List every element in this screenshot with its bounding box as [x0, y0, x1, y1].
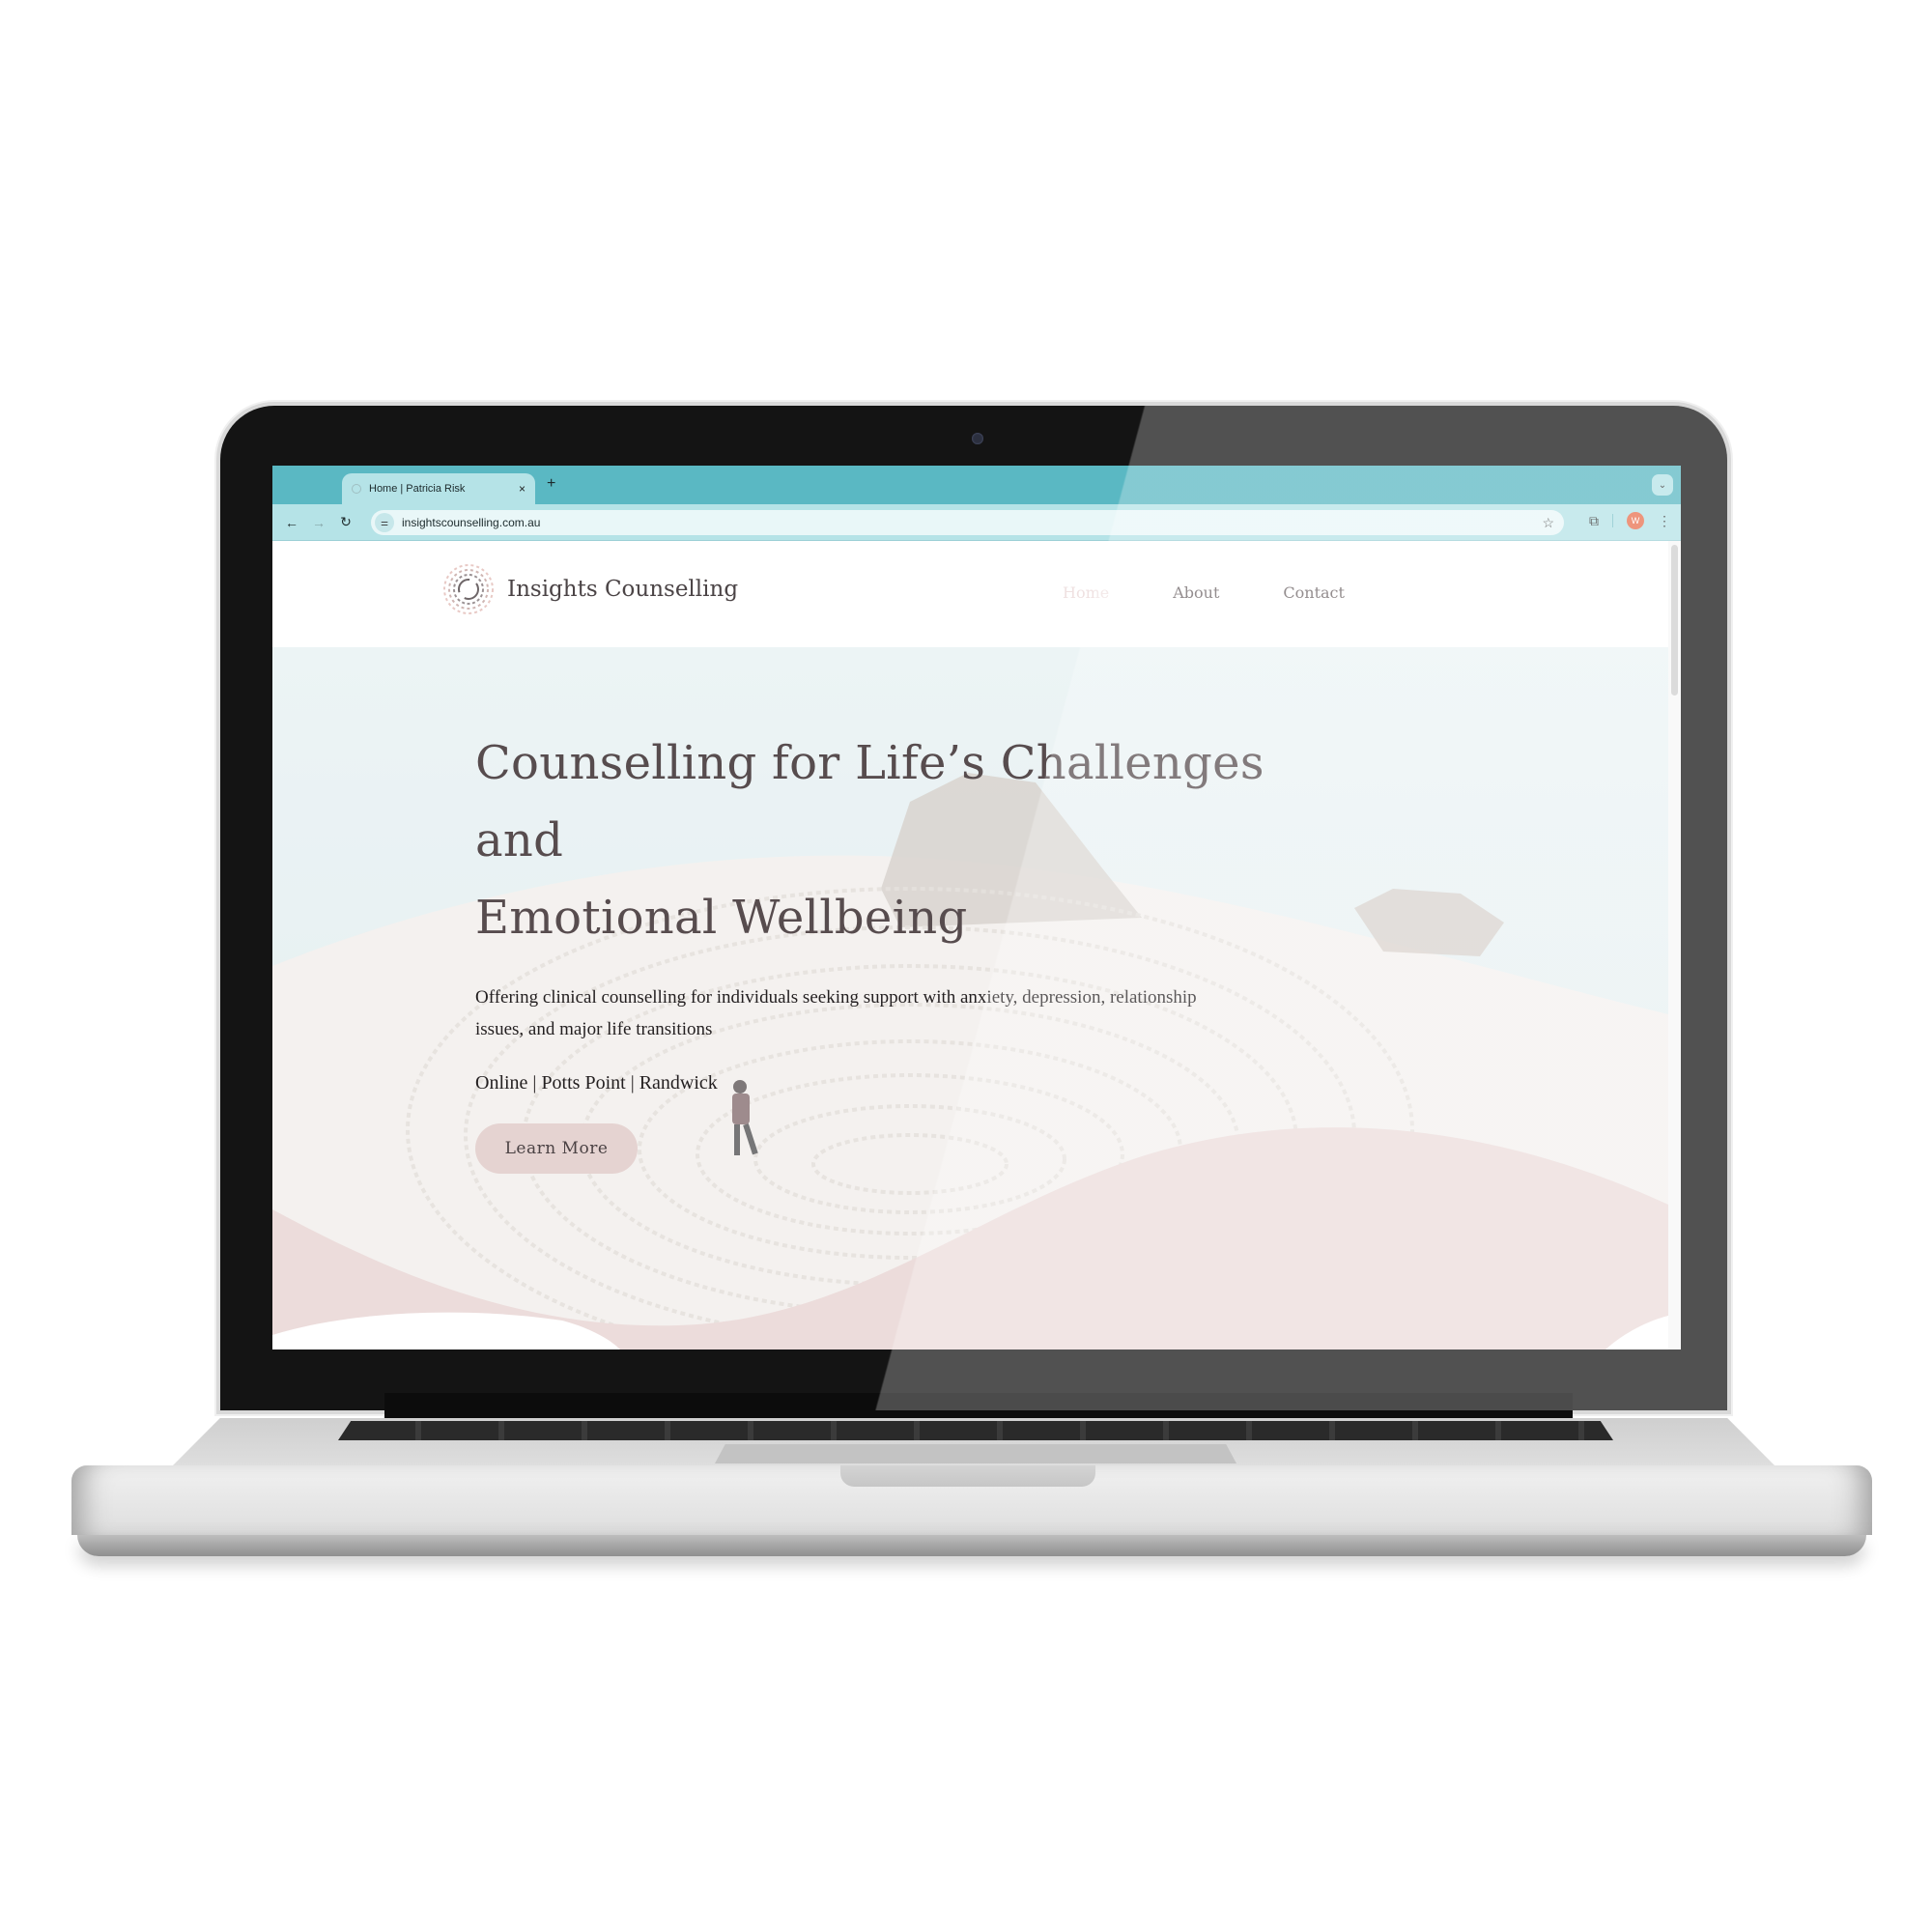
back-button[interactable]: ←: [278, 515, 305, 530]
nav-about[interactable]: About: [1173, 583, 1219, 602]
scrollbar-thumb[interactable]: [1671, 545, 1678, 696]
forward-button[interactable]: →: [305, 515, 332, 530]
tab-search-chevron-icon[interactable]: ⌄: [1652, 474, 1673, 496]
favicon-icon: [352, 484, 361, 494]
profile-avatar[interactable]: W: [1627, 512, 1644, 529]
bookmark-star-icon[interactable]: ☆: [1542, 515, 1554, 531]
toolbar-divider: [1612, 514, 1613, 527]
browser-toolbar: ← → ↻ ⚌ insightscounselling.com.au ☆ ⧉ W…: [272, 504, 1681, 541]
logo-spiral-icon: [443, 564, 494, 614]
hero-content: Counselling for Life’s Challenges and Em…: [475, 724, 1345, 1174]
hero-section: Counselling for Life’s Challenges and Em…: [272, 647, 1668, 1350]
site-header: Insights Counselling Home About Contact: [272, 541, 1668, 647]
logo-text: Insights Counselling: [507, 577, 739, 602]
reload-button[interactable]: ↻: [332, 514, 359, 530]
hero-locations: Online | Potts Point | Randwick: [475, 1072, 718, 1094]
address-bar[interactable]: ⚌ insightscounselling.com.au ☆: [371, 510, 1564, 535]
page-scrollbar[interactable]: [1668, 541, 1681, 1350]
hero-subtitle: Offering clinical counselling for indivi…: [475, 987, 1197, 1039]
close-tab-icon[interactable]: ×: [519, 482, 526, 496]
hero-title-line-1: Counselling for Life’s Challenges and: [475, 736, 1264, 867]
webcam-icon: [972, 433, 983, 444]
extensions-puzzle-icon[interactable]: ⧉: [1589, 513, 1599, 529]
browser-window: Home | Patricia Risk × + ⌄ ← → ↻ ⚌ insig…: [272, 466, 1681, 1350]
site-logo[interactable]: Insights Counselling: [441, 562, 738, 616]
hero-title-line-2: Emotional Wellbeing: [475, 891, 968, 945]
more-menu-icon[interactable]: ⋮: [1658, 514, 1671, 527]
tab-strip: Home | Patricia Risk × + ⌄: [272, 466, 1681, 504]
web-page: Insights Counselling Home About Contact: [272, 541, 1668, 1350]
learn-more-button[interactable]: Learn More: [475, 1123, 638, 1174]
new-tab-button[interactable]: +: [547, 475, 555, 493]
laptop-trackpad: [715, 1444, 1236, 1463]
laptop-base-bottom: [77, 1535, 1866, 1556]
laptop-lid-notch: [840, 1465, 1095, 1487]
laptop-hinge: [384, 1393, 1573, 1418]
toolbar-right-actions: ⧉ W ⋮: [1589, 512, 1671, 529]
hero-title: Counselling for Life’s Challenges and Em…: [475, 724, 1345, 956]
laptop-keyboard: [338, 1421, 1613, 1440]
nav-contact[interactable]: Contact: [1283, 583, 1345, 602]
nav-home[interactable]: Home: [1063, 583, 1109, 602]
site-info-icon[interactable]: ⚌: [375, 513, 394, 532]
tab-title: Home | Patricia Risk: [369, 483, 466, 495]
url-text[interactable]: insightscounselling.com.au: [402, 516, 1542, 529]
main-nav: Home About Contact: [1063, 583, 1345, 602]
browser-tab-active[interactable]: Home | Patricia Risk ×: [342, 473, 535, 504]
